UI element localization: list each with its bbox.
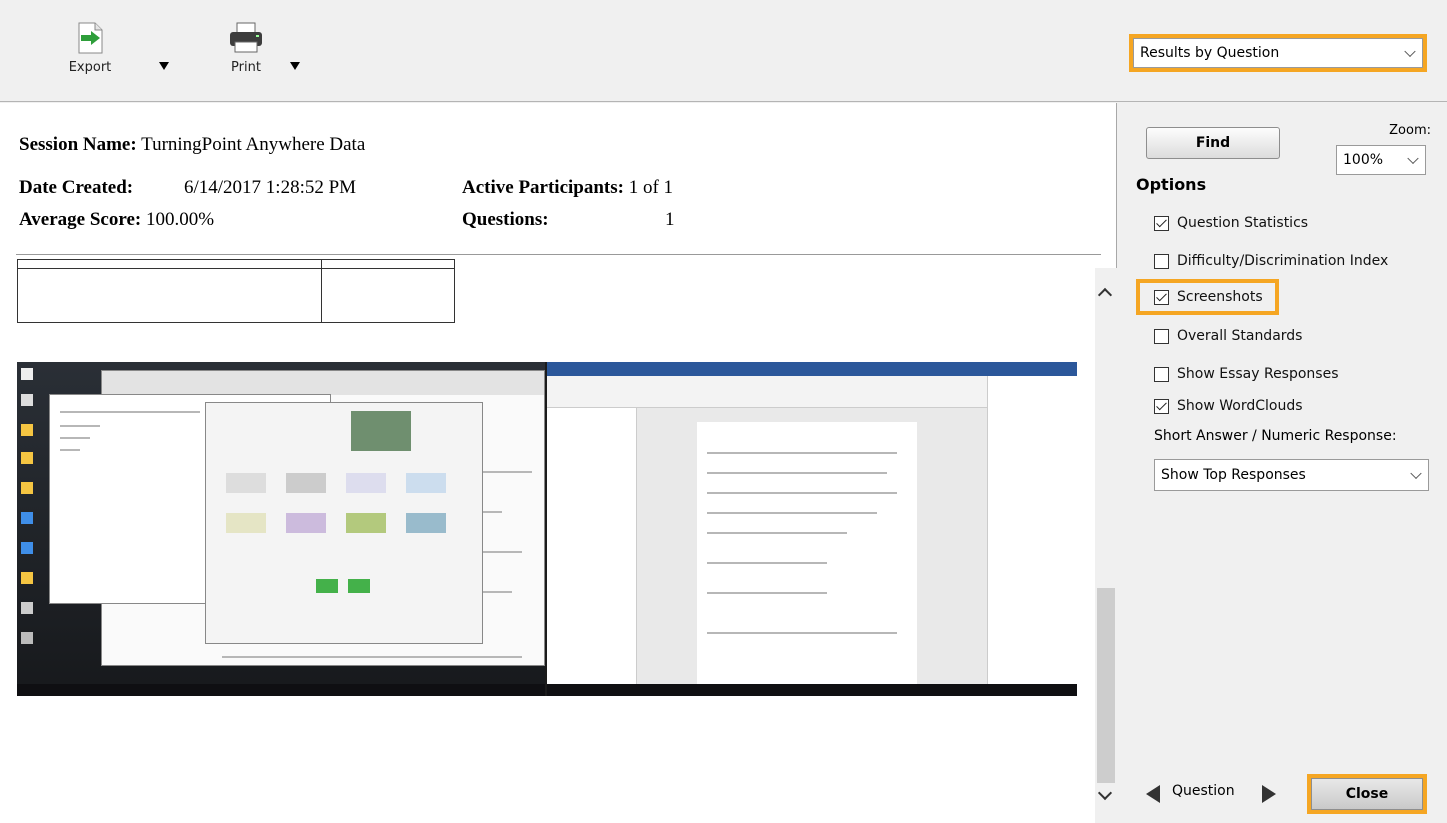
short-answer-value: Show Top Responses xyxy=(1161,467,1306,483)
session-name-value: TurningPoint Anywhere Data xyxy=(141,134,366,155)
chevron-down-icon xyxy=(1404,45,1416,58)
desktop-icon xyxy=(21,542,33,554)
questions-value: 1 xyxy=(665,209,675,230)
active-participants-value: 1 of 1 xyxy=(628,177,674,198)
zoom-select[interactable]: 100% xyxy=(1336,145,1426,175)
print-dropdown-arrow-icon[interactable] xyxy=(290,62,300,70)
date-created: Date Created: xyxy=(19,177,133,199)
questions-label: Questions: xyxy=(462,209,549,230)
scrollbar-thumb[interactable] xyxy=(1097,588,1115,783)
screenshot-left-pane xyxy=(17,362,545,696)
option-overall-standards[interactable]: Overall Standards xyxy=(1154,328,1302,344)
questions-count: Questions: xyxy=(462,209,549,231)
table-column-divider xyxy=(321,260,322,322)
option-question-statistics[interactable]: Question Statistics xyxy=(1154,215,1308,231)
toolbar: Export Print Results by Question xyxy=(0,0,1447,102)
short-answer-label: Short Answer / Numeric Response: xyxy=(1154,428,1397,444)
active-participants-label: Active Participants: xyxy=(462,177,624,198)
option-show-wordclouds[interactable]: Show WordClouds xyxy=(1154,398,1303,414)
desktop-icon xyxy=(21,394,33,406)
taskbar xyxy=(547,684,1077,696)
desktop-icon xyxy=(21,424,33,436)
divider xyxy=(16,254,1101,255)
option-show-essay-responses[interactable]: Show Essay Responses xyxy=(1154,366,1339,382)
overall-standards-checkbox[interactable] xyxy=(1154,328,1169,344)
session-name: Session Name: TurningPoint Anywhere Data xyxy=(19,134,365,156)
desktop-icon xyxy=(21,368,33,380)
export-button[interactable]: Export xyxy=(62,22,118,75)
report-type-value: Results by Question xyxy=(1140,45,1280,61)
option-label: Show Essay Responses xyxy=(1177,366,1339,382)
print-label: Print xyxy=(231,60,261,75)
export-label: Export xyxy=(68,60,112,75)
wordclouds-checkbox[interactable] xyxy=(1154,398,1169,414)
chevron-down-icon xyxy=(1407,152,1419,165)
chevron-down-icon xyxy=(1410,467,1422,480)
option-label: Question Statistics xyxy=(1177,215,1309,231)
scroll-up-icon[interactable] xyxy=(1097,287,1113,303)
export-icon xyxy=(78,22,103,54)
screenshots-checkbox[interactable] xyxy=(1154,289,1169,305)
option-screenshots[interactable]: Screenshots xyxy=(1136,279,1279,315)
table-header-row xyxy=(18,260,454,269)
active-participants: Active Participants: 1 of 1 xyxy=(462,177,673,199)
desktop-icon xyxy=(21,482,33,494)
desktop-icon xyxy=(21,632,33,644)
previous-arrow-icon[interactable] xyxy=(1146,785,1160,803)
short-answer-select[interactable]: Show Top Responses xyxy=(1154,459,1429,491)
question-table xyxy=(17,259,455,323)
desktop-icon xyxy=(21,602,33,614)
screenshot-right-pane xyxy=(547,362,1077,696)
average-score-label: Average Score: xyxy=(19,209,142,230)
desktop-icon xyxy=(21,452,33,464)
desktop-icon xyxy=(21,512,33,524)
scroll-down-icon[interactable] xyxy=(1097,785,1113,801)
find-button[interactable]: Find xyxy=(1146,127,1280,159)
essay-responses-checkbox[interactable] xyxy=(1154,366,1169,382)
next-arrow-icon[interactable] xyxy=(1262,785,1276,803)
taskbar xyxy=(17,684,545,696)
difficulty-checkbox[interactable] xyxy=(1154,253,1169,269)
report-window: Export Print Results by Question Session… xyxy=(0,0,1447,823)
option-label: Overall Standards xyxy=(1177,328,1303,344)
date-created-value: 6/14/2017 1:28:52 PM xyxy=(184,177,357,198)
printer-icon xyxy=(230,22,262,53)
print-button[interactable]: Print xyxy=(218,22,274,75)
zoom-label: Zoom: xyxy=(1389,123,1431,138)
vertical-scrollbar[interactable] xyxy=(1095,268,1117,823)
question-nav-label: Question xyxy=(1172,783,1235,799)
date-created-label: Date Created: xyxy=(19,177,134,198)
option-difficulty-discrimination[interactable]: Difficulty/Discrimination Index xyxy=(1154,253,1388,269)
close-button[interactable]: Close xyxy=(1307,774,1427,814)
report-type-select[interactable]: Results by Question xyxy=(1129,34,1427,72)
slides-window xyxy=(205,402,483,644)
option-label: Show WordClouds xyxy=(1177,398,1303,414)
option-label: Difficulty/Discrimination Index xyxy=(1177,253,1389,269)
desktop-icon xyxy=(21,572,33,584)
average-score: Average Score: 100.00% xyxy=(19,209,214,231)
option-label: Screenshots xyxy=(1177,289,1263,305)
average-score-value: 100.00% xyxy=(145,209,215,230)
export-dropdown-arrow-icon[interactable] xyxy=(159,62,169,70)
question-screenshot xyxy=(17,362,1077,696)
options-panel: Find Zoom: 100% Options Question Statist… xyxy=(1118,103,1447,823)
question-statistics-checkbox[interactable] xyxy=(1154,215,1169,231)
zoom-value: 100% xyxy=(1343,152,1384,168)
session-name-label: Session Name: xyxy=(19,134,137,155)
options-title: Options xyxy=(1136,175,1207,194)
